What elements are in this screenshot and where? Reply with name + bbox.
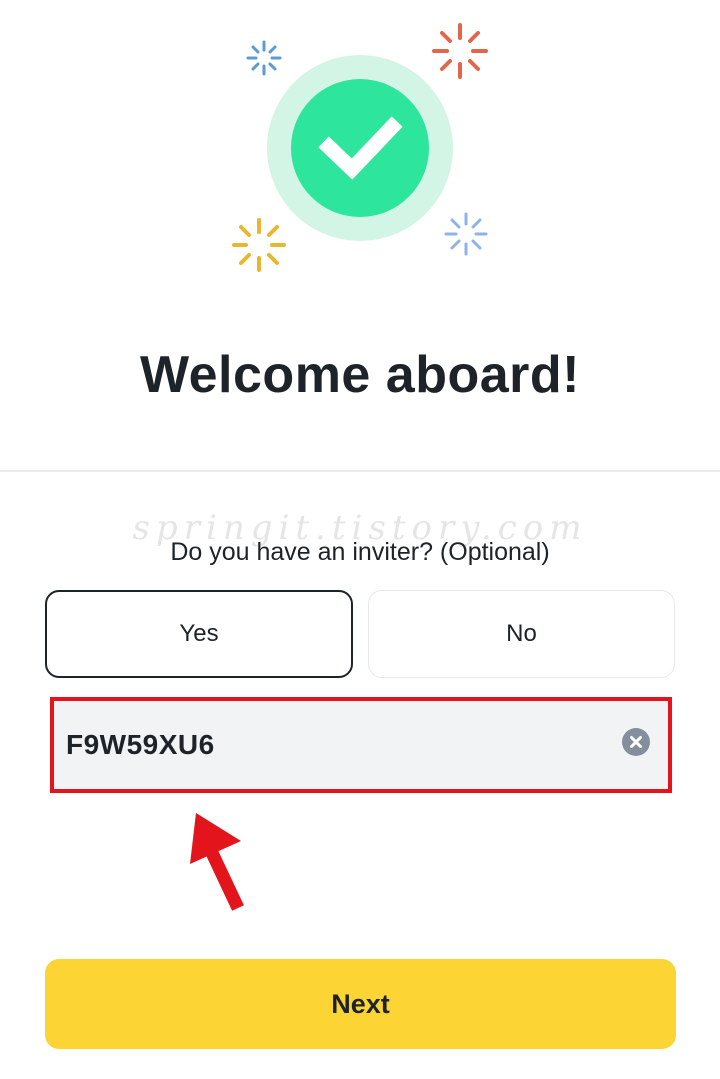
sparkle-icon [232,218,286,272]
referral-code-input[interactable] [54,701,668,789]
section-divider [0,470,720,472]
red-arrow-icon [190,813,244,911]
page-title: Welcome aboard! [140,346,580,404]
inviter-question: Do you have an inviter? (Optional) [170,538,550,566]
clear-circle-x-icon [630,736,642,748]
success-circle [291,79,429,217]
inviter-no-button[interactable]: No [368,590,675,678]
inviter-yes-button[interactable]: Yes [45,590,353,678]
inviter-yes-label: Yes [179,620,219,647]
success-illustration [232,23,488,272]
next-button[interactable]: Next [45,959,676,1049]
sparkle-icon [246,40,282,76]
sparkle-icon [432,23,488,79]
sparkle-icon [444,212,488,256]
inviter-no-label: No [506,620,537,647]
clear-input-button[interactable] [622,728,650,756]
